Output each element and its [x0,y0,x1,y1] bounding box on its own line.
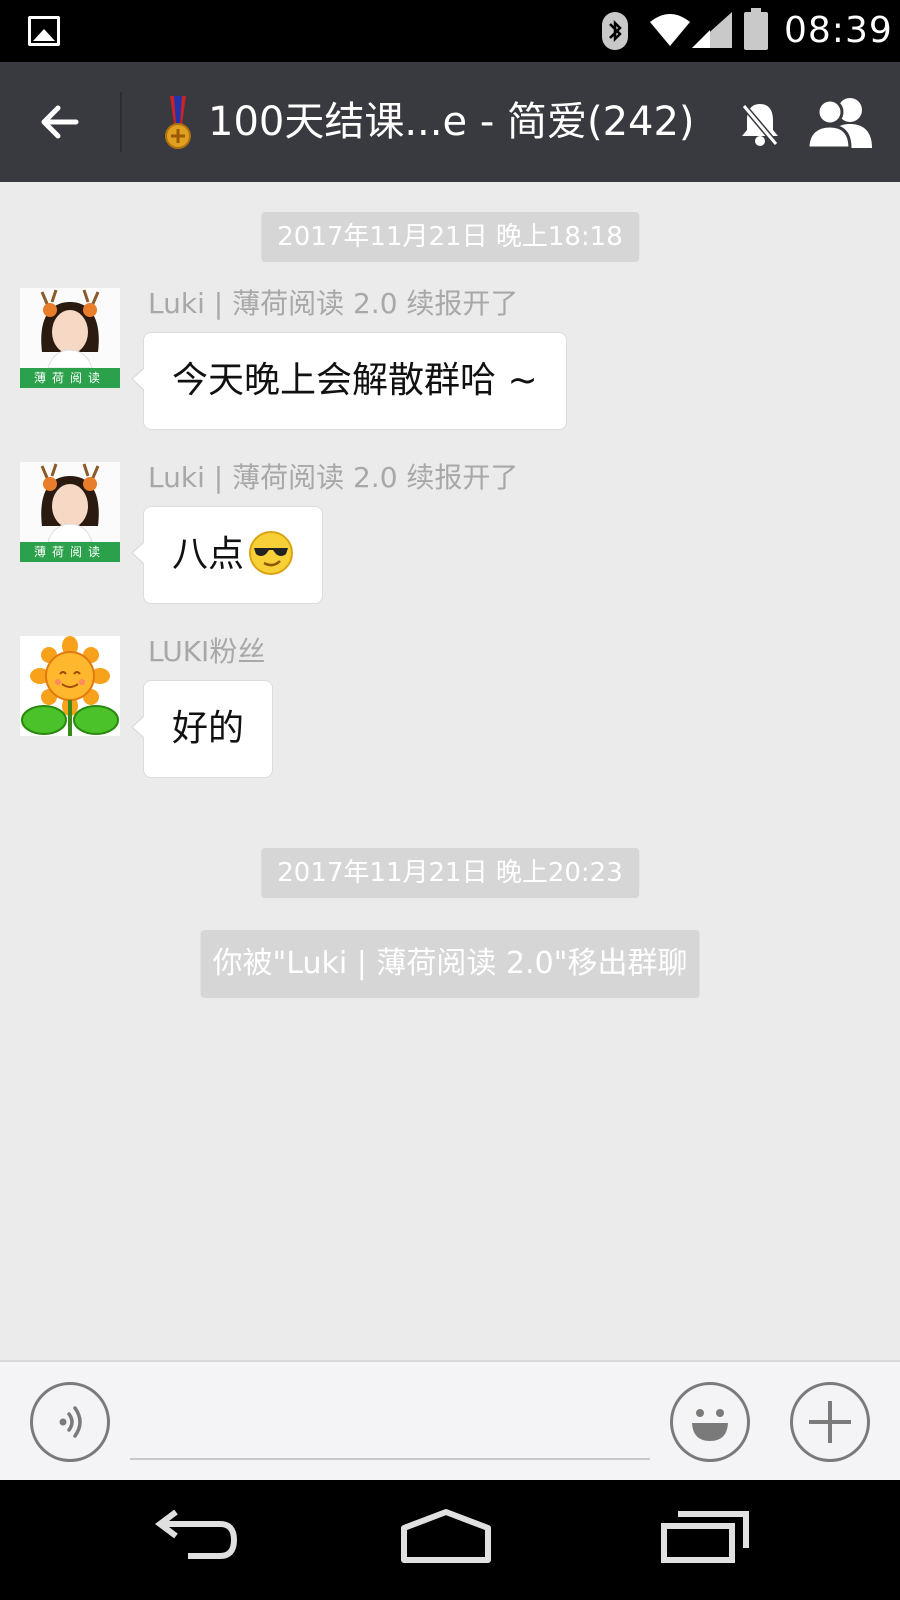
voice-icon [59,1406,82,1438]
signal-icon [692,12,732,48]
sender-name: Luki | 薄荷阅读 2.0 续报开了 [148,461,519,494]
system-navigation-bar [0,1480,900,1600]
system-message: 你被"Luki | 薄荷阅读 2.0"移出群聊 [200,930,700,998]
chat-header: 100天结课...e - 简爱(242) [0,62,900,182]
header-divider [120,92,122,152]
bluetooth-icon [602,12,628,50]
system-recents-icon[interactable] [660,1510,750,1564]
message-text: 八点 [172,534,245,575]
timestamp-badge: 2017年11月21日 晚上20:23 [261,848,639,898]
gallery-icon [28,16,60,46]
message-text: 好的 [172,708,245,749]
mute-bell-icon [741,104,779,146]
battery-icon [744,8,768,50]
emoji-button[interactable] [670,1382,750,1462]
message-text: 今天晚上会解散群哈 ~ [172,360,538,401]
emoji-icon [692,1409,728,1441]
voice-button[interactable] [30,1382,110,1462]
system-back-icon[interactable] [150,1510,240,1564]
status-bar: 08:39 [0,0,900,62]
medal-icon [165,96,191,149]
wifi-icon [650,14,690,46]
group-members-icon[interactable] [806,96,876,148]
avatar[interactable]: 薄荷阅读 [20,288,120,388]
timestamp-badge: 2017年11月21日 晚上18:18 [261,212,639,262]
avatar-tag: 薄荷阅读 [20,368,120,388]
message-bubble[interactable]: 八点 [130,506,324,604]
system-home-icon[interactable] [400,1508,492,1564]
avatar-tag: 薄荷阅读 [20,542,120,562]
back-arrow-icon[interactable] [34,96,86,148]
message-bubble[interactable]: 好的 [130,680,274,778]
chat-title[interactable]: 100天结课...e - 简爱(242) [208,92,695,152]
sender-name: LUKI粉丝 [148,635,266,668]
message-input[interactable] [130,1382,650,1460]
sender-name: Luki | 薄荷阅读 2.0 续报开了 [148,287,519,320]
sunglasses-emoji-icon [249,531,294,575]
avatar[interactable] [20,636,120,736]
avatar[interactable]: 薄荷阅读 [20,462,120,562]
plus-icon [809,1401,851,1443]
status-time: 08:39 [784,10,893,51]
chat-messages[interactable]: 2017年11月21日 晚上18:18 薄荷阅读 Luki | 薄荷阅读 2.0… [0,182,900,1360]
more-button[interactable] [790,1382,870,1462]
message-bubble[interactable]: 今天晚上会解散群哈 ~ [131,332,567,430]
input-bar [0,1360,900,1480]
